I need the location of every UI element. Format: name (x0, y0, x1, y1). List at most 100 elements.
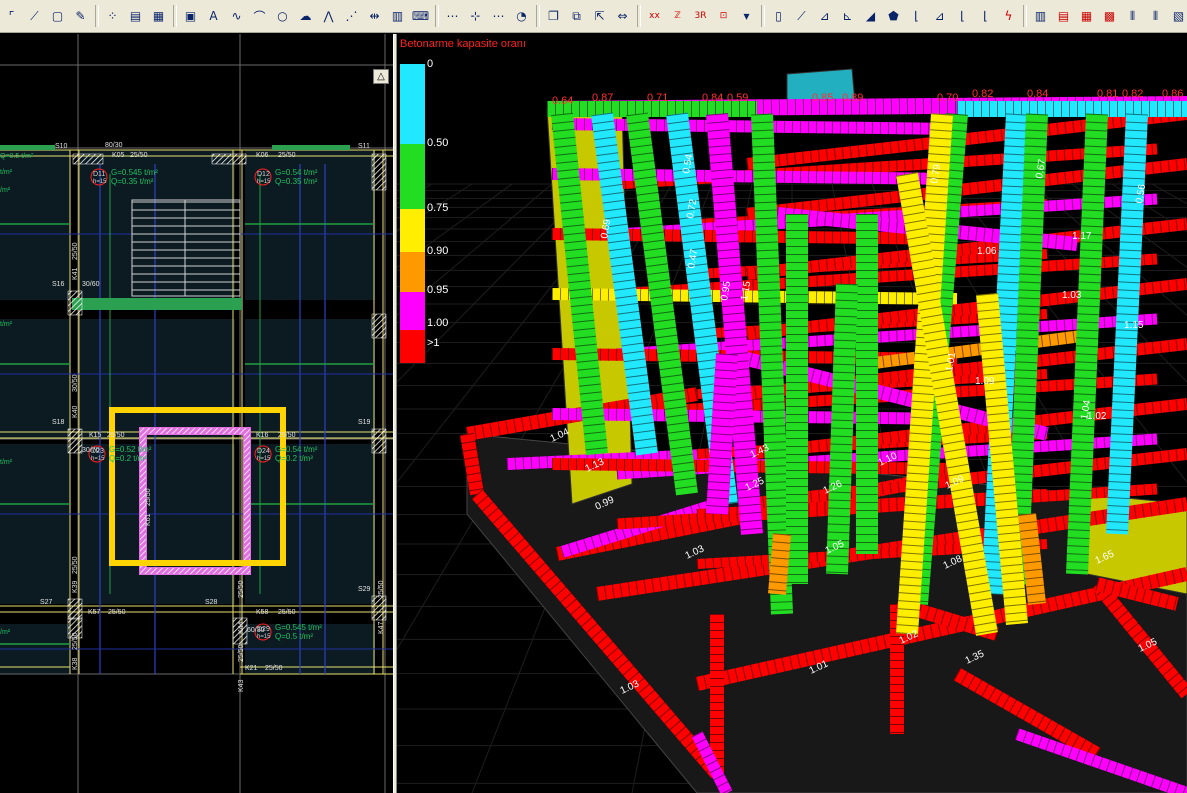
snap-camera-icon[interactable]: ◔ (512, 6, 531, 27)
columns2-icon[interactable]: ⦀ (1146, 6, 1165, 27)
plan-label: 30/70 (82, 447, 100, 454)
axis2-icon[interactable]: ⌊ (953, 6, 972, 27)
circle-icon[interactable]: ○ (273, 6, 292, 27)
select-icon[interactable]: ⌜ (2, 6, 21, 27)
columns-icon[interactable]: ⦀ (1123, 6, 1142, 27)
calculator-icon[interactable]: ▤ (126, 6, 145, 27)
capacity-value: 0.71 (647, 92, 668, 104)
slab-dead-load: G=0.545 t/m² (111, 168, 158, 177)
rebar-top (0, 145, 55, 150)
column (67, 290, 83, 316)
floor-plan-canvas[interactable]: D12h=15G=0.54 t/m²Q=0.35 t/m²D11h=15G=0.… (0, 34, 393, 793)
collapse-pane-button[interactable]: △ (373, 69, 389, 84)
arc-icon[interactable]: ⌒ (250, 6, 269, 27)
plan-label: /m² (0, 629, 11, 636)
plan-label: K57 (88, 609, 101, 616)
slab-live-load: Q=0.35 t/m² (111, 177, 154, 186)
plan-label: K58 (256, 609, 269, 616)
capacity-value: 0.82 (1122, 88, 1143, 100)
legend-label: >1 (427, 337, 440, 349)
slab-dead-load: G=0.54 t/m² (275, 445, 318, 454)
table3-icon[interactable]: ▩ (1100, 6, 1119, 27)
column (768, 533, 791, 595)
plan-label: K43 (238, 679, 245, 692)
plan-label: 25/50 (378, 580, 385, 598)
slab-thickness: h=15 (257, 456, 271, 462)
mirror-icon[interactable]: ⇔ (613, 6, 632, 27)
column-icon[interactable]: ▯ (769, 6, 788, 27)
shell-icon[interactable]: ⬟ (884, 6, 903, 27)
dropdown-arrow-icon[interactable]: ▾ (737, 6, 756, 27)
slab-icon[interactable]: ◢ (861, 6, 880, 27)
table-icon[interactable]: ▤ (1054, 6, 1073, 27)
plan-label: K15 (89, 432, 102, 439)
plan-label: S10 (55, 143, 68, 150)
beam-icon[interactable]: ⟋ (792, 6, 811, 27)
column (72, 153, 104, 165)
chart-icon[interactable]: ▥ (388, 6, 407, 27)
table2-icon[interactable]: ▦ (1077, 6, 1096, 27)
plan-label: K16 (256, 432, 269, 439)
snap-line-icon[interactable]: ⋯ (443, 6, 462, 27)
lightning-icon[interactable]: ϟ (999, 6, 1018, 27)
hatch-icon[interactable]: ⋰ (342, 6, 361, 27)
plan-label: S27 (40, 599, 53, 606)
toolbar-separator (536, 5, 540, 27)
slab-live-load: Q=0.2 t/m² (275, 454, 313, 463)
dimension-icon[interactable]: ⇹ (365, 6, 384, 27)
landing-beam (72, 298, 242, 310)
cloud-icon[interactable]: ☁ (296, 6, 315, 27)
snap-node-icon[interactable]: ⊹ (466, 6, 485, 27)
layer-icon[interactable]: ⧉ (567, 6, 586, 27)
plan-label: S29 (358, 586, 371, 593)
image-icon[interactable]: ▣ (181, 6, 200, 27)
capacity-value: 0.84 (1027, 88, 1048, 100)
3d-model-view[interactable]: 0.64 0.87 0.71 0.84 0.59 0.85 0.89 0.70 0.82 0.84… (397, 34, 1187, 793)
load-icon[interactable]: ⊿ (930, 6, 949, 27)
capacity-value: 0.82 (972, 88, 993, 100)
plan-label: 25/50 (72, 556, 79, 574)
grid-icon[interactable]: ▦ (149, 6, 168, 27)
keyboard-icon[interactable]: ⌨ (411, 6, 430, 27)
zigzag-icon[interactable]: ⋀ (319, 6, 338, 27)
dim-xx-icon[interactable]: xx (645, 6, 664, 27)
move-icon[interactable]: ⇱ (590, 6, 609, 27)
column (371, 153, 387, 191)
grid-dots-icon[interactable]: ⁘ (103, 6, 122, 27)
ruler-icon[interactable]: ⊿ (815, 6, 834, 27)
spline-icon[interactable]: ∿ (227, 6, 246, 27)
plan-label: K41 (72, 267, 79, 280)
toolbar-separator (95, 5, 99, 27)
dim-3r-icon[interactable]: 3R (691, 6, 710, 27)
stair-icon[interactable]: ⊾ (838, 6, 857, 27)
polyline-icon[interactable]: ⟋ (25, 6, 44, 27)
snap-mid-icon[interactable]: ⋯ (489, 6, 508, 27)
column (1018, 513, 1046, 605)
column (211, 153, 247, 165)
plan-label: t/m² (0, 459, 13, 466)
column (371, 313, 387, 339)
plan-label: K05 (112, 152, 125, 159)
slab-panel (0, 444, 70, 604)
dim-zz-icon[interactable]: ℤ (668, 6, 687, 27)
legend-label: 0.50 (427, 137, 449, 149)
axis-icon[interactable]: ⌊ (907, 6, 926, 27)
text-icon[interactable]: A (204, 6, 223, 27)
slab-panel (245, 319, 375, 439)
capacity-value: 0.86 (1162, 88, 1183, 100)
print-icon[interactable]: ▧ (1169, 6, 1187, 27)
copy-icon[interactable]: ❐ (544, 6, 563, 27)
dim-view-icon[interactable]: ⊡ (714, 6, 733, 27)
wand-icon[interactable]: ✎ (71, 6, 90, 27)
floor-plan-view[interactable]: D12 h=15 G=0.54 t/m² Q=0.35 t/m² D11 h=15 G=0.… (0, 34, 393, 793)
graph-icon[interactable]: ⌊ (976, 6, 995, 27)
slab-thickness: h=15 (91, 456, 105, 462)
3d-model-canvas[interactable]: 0.64 0.87 0.71 0.84 0.59 0.85 0.89 0.70 0.82 0.84… (397, 34, 1187, 793)
plan-label: t/m² (0, 169, 13, 176)
main-toolbar: ⌜ ⟋ ▢ ✎ ⁘ ▤ ▦ ▣ A ∿ ⌒ ○ ☁ ⋀ ⋰ ⇹ ▥ ⌨ ⋯ ⊹ ⋯ ◔ ❐ ⧉ ⇱ ⇔ xx ℤ 3R ⊡ ▾ ▯ ⟋ ⊿ ⊾ ◢ ⬟ ⌊… (0, 0, 1187, 33)
column (371, 595, 387, 621)
toolbar-separator (761, 5, 765, 27)
slab-thickness: h=15 (257, 634, 271, 640)
window-icon[interactable]: ▢ (48, 6, 67, 27)
report-icon[interactable]: ▥ (1031, 6, 1050, 27)
